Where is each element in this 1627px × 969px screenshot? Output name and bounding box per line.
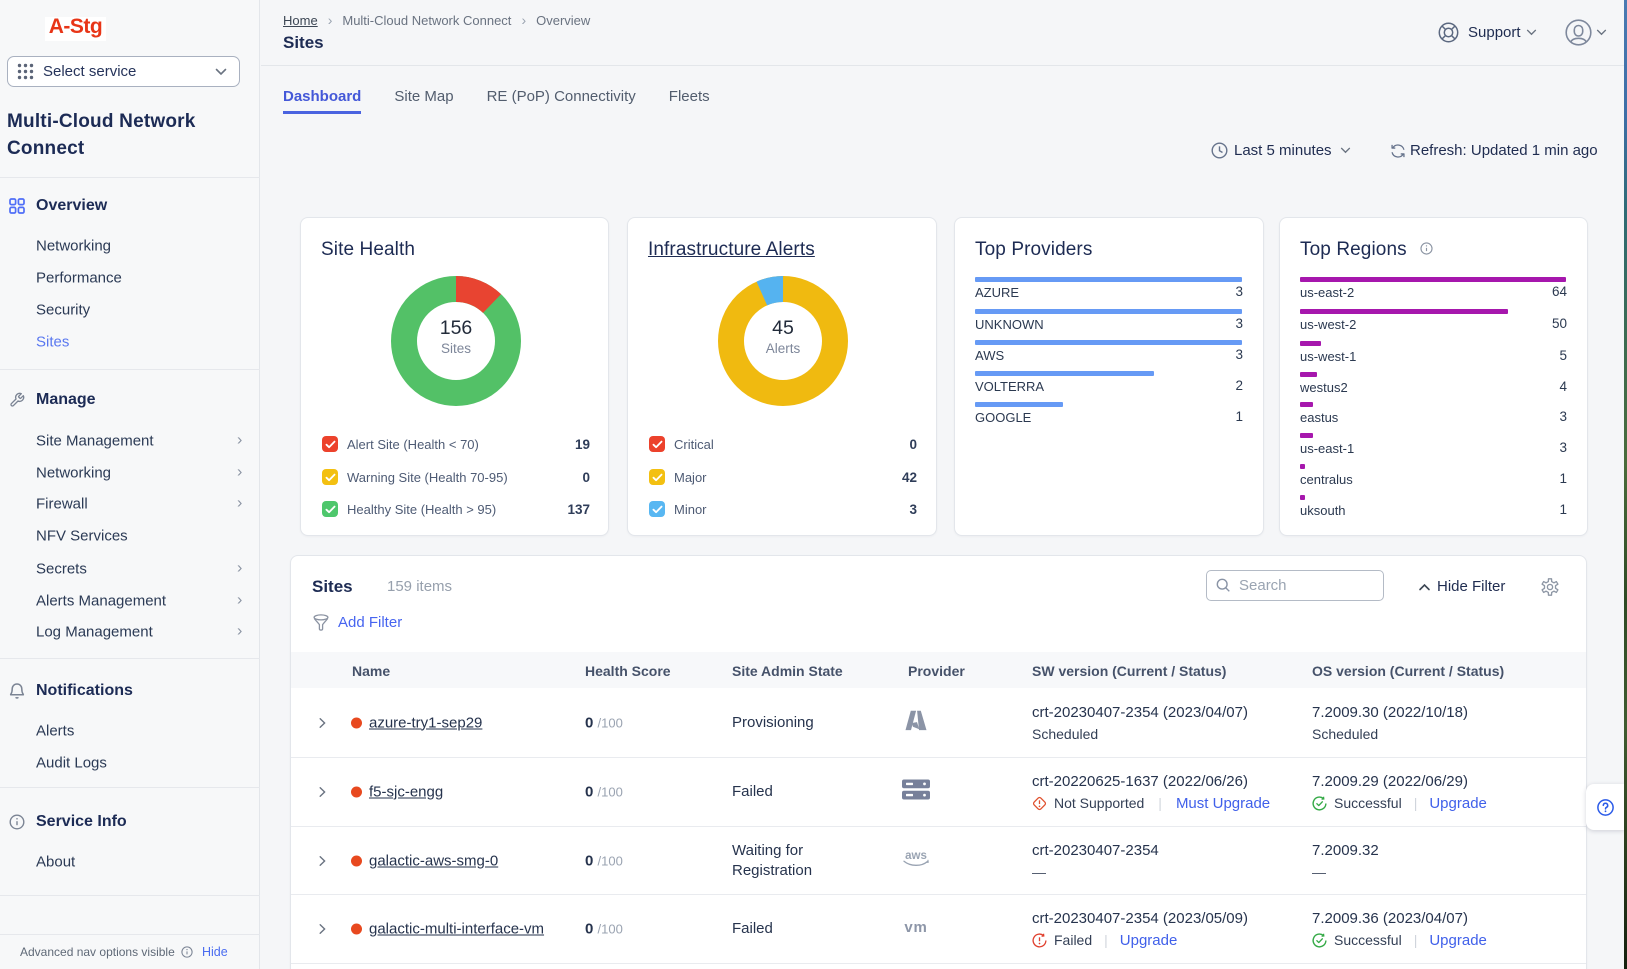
svg-text:vm: vm	[904, 919, 927, 935]
svg-text:aws: aws	[905, 850, 927, 862]
